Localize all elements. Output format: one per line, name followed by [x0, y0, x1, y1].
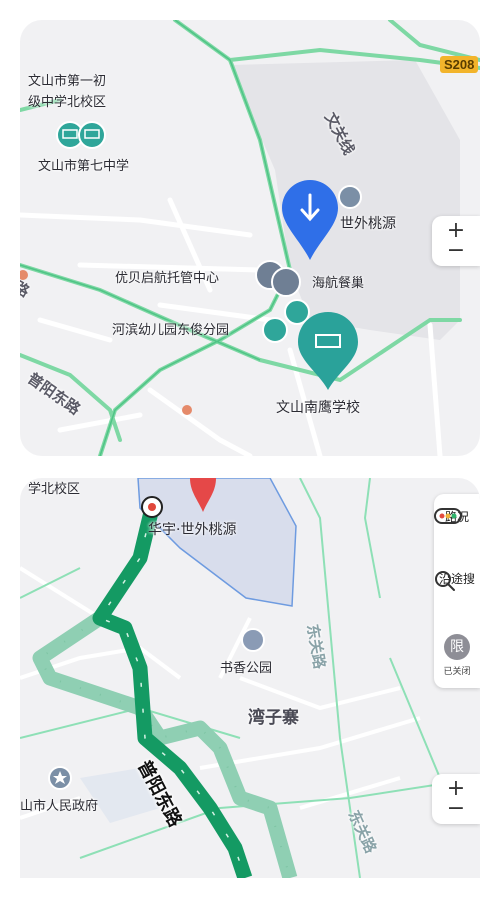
- school-1b-label: 级中学北校区: [28, 95, 107, 110]
- youbei-label: 优贝启航托管中心: [115, 271, 220, 286]
- along-route-search-button[interactable]: 沿途搜: [434, 570, 480, 591]
- poi-dot-orange: [182, 405, 192, 415]
- bottom-map[interactable]: 学北校区 华宇·世外桃源 书香公园 湾子寨 山市人民政府 东关路 东关路 普阳东…: [20, 478, 480, 878]
- bottom-zoom-control[interactable]: + −: [432, 774, 480, 824]
- restriction-status-label: 已关闭: [443, 667, 471, 677]
- route-s208-badge: S208: [440, 56, 479, 73]
- restriction-icon: 限: [444, 634, 470, 660]
- house-icon: [338, 185, 362, 209]
- huayu-label: 世外桃源: [340, 216, 396, 232]
- school-7-label: 文山市第七中学: [38, 159, 130, 174]
- park-icon: [241, 628, 265, 652]
- haihang-label: 海航餐巢: [312, 276, 365, 291]
- poi-dot-orange-left: [20, 270, 28, 280]
- restriction-button[interactable]: 限 已关闭: [434, 634, 480, 677]
- bottom-map-roads: [20, 478, 480, 878]
- school-north-label: 学北校区: [28, 482, 81, 497]
- nanying-label: 文山南鹰学校: [276, 400, 360, 416]
- government-label: 山市人民政府: [20, 799, 99, 814]
- search-icon: [435, 571, 455, 591]
- traffic-light-icon: [434, 508, 462, 524]
- top-map[interactable]: S208 文山市第一初 级中学北校区 文山市第七中学 世外桃源 优贝启航托管中心…: [20, 20, 480, 456]
- top-zoom-control[interactable]: + −: [432, 216, 480, 266]
- map-tools-panel: 路况 沿途搜 限 已关闭: [434, 494, 480, 688]
- shuxiang-park-label: 书香公园: [220, 661, 273, 676]
- huayu-full-label: 华宇·世外桃源: [148, 522, 237, 538]
- school-icon-cluster[interactable]: [56, 121, 106, 149]
- school-1-label: 文山市第一初: [28, 74, 107, 89]
- zoom-out-button[interactable]: −: [447, 240, 465, 262]
- school-pin-icon[interactable]: [298, 312, 358, 390]
- wanzizhai-label: 湾子寨: [248, 708, 299, 728]
- zoom-out-button[interactable]: −: [447, 798, 465, 820]
- traffic-button[interactable]: 路况: [434, 508, 480, 525]
- hebin-label: 河滨幼儿园东俊分园: [112, 323, 230, 338]
